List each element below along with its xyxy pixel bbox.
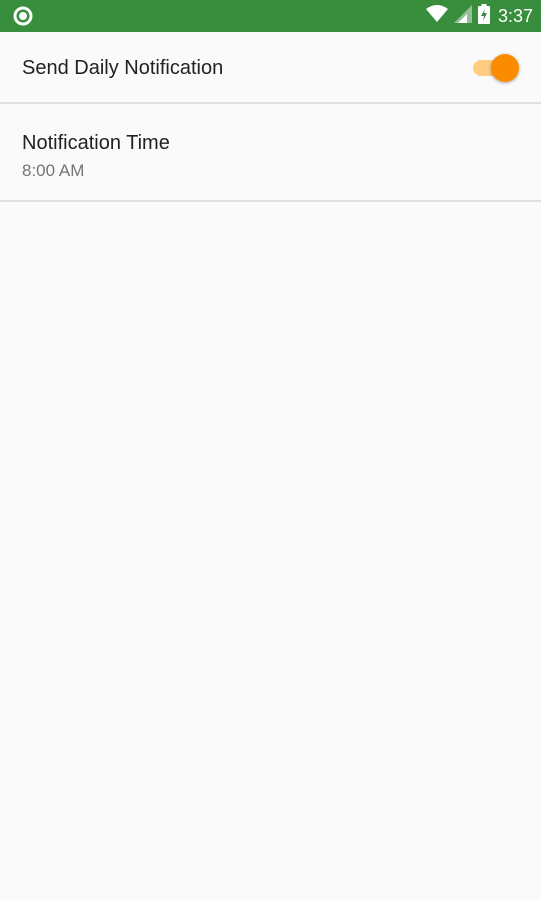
notification-time-row[interactable]: Notification Time 8:00 AM: [0, 104, 541, 202]
wifi-icon: [425, 4, 448, 28]
send-daily-notification-title: Send Daily Notification: [22, 57, 224, 79]
switch-thumb: [491, 54, 519, 82]
status-time: 3:37: [497, 5, 533, 26]
settings-list: Send Daily Notification Notification Tim…: [0, 32, 541, 202]
screen: 3:37 Send Daily Notification Notificatio…: [0, 0, 541, 900]
battery-charging-icon: [477, 3, 490, 29]
notification-time-title: Notification Time: [22, 132, 170, 154]
notification-circle-icon: [13, 6, 33, 26]
cell-signal-icon: [453, 4, 472, 28]
status-icons: 3:37: [425, 0, 533, 32]
status-bar: 3:37: [0, 0, 541, 32]
send-daily-notification-row[interactable]: Send Daily Notification: [0, 32, 541, 104]
send-daily-notification-switch[interactable]: [473, 53, 519, 83]
notification-time-summary: 8:00 AM: [22, 161, 85, 180]
